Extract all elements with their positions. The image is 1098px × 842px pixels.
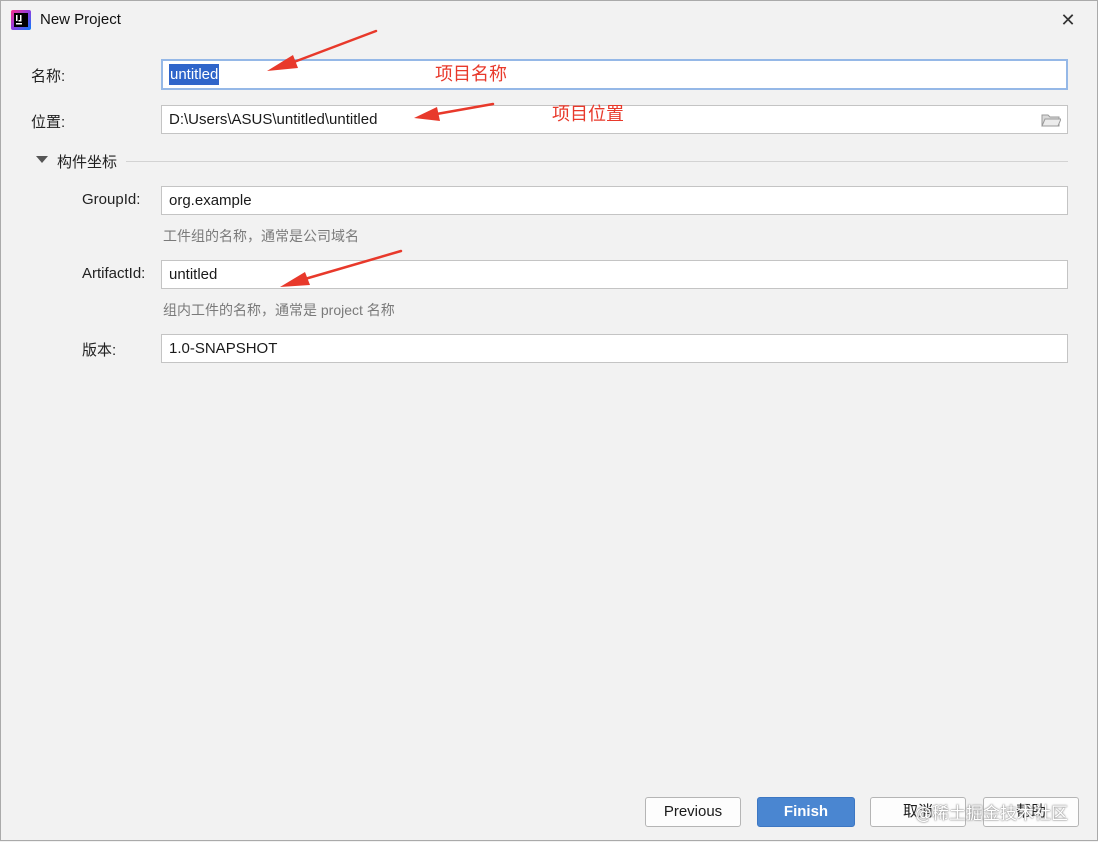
folder-browse-icon[interactable] (1041, 112, 1061, 128)
finish-button[interactable]: Finish (757, 797, 855, 827)
version-label: 版本: (82, 342, 117, 359)
artifactid-label: ArtifactId: (82, 265, 146, 282)
artifactid-field[interactable] (161, 260, 1068, 289)
groupid-hint: 工件组的名称，通常是公司域名 (163, 228, 359, 244)
section-title: 构件坐标 (57, 154, 118, 171)
close-icon: ✕ (1060, 10, 1076, 30)
close-button[interactable]: ✕ (1053, 5, 1083, 35)
section-collapse-toggle-icon[interactable] (36, 156, 48, 163)
version-input[interactable] (169, 335, 1029, 362)
previous-button-label: Previous (663, 803, 723, 820)
name-field[interactable]: untitled (161, 59, 1068, 90)
previous-button[interactable]: Previous (645, 797, 741, 827)
version-field[interactable] (161, 334, 1068, 363)
location-annotation: 项目位置 (552, 104, 624, 125)
artifactid-hint: 组内工件的名称，通常是 project 名称 (163, 302, 395, 318)
watermark: @稀土掘金技术社区 (915, 804, 1068, 824)
groupid-input[interactable] (169, 187, 1029, 214)
new-project-dialog: New Project ✕ 名称: untitled 位置: 构件坐标 Grou… (0, 0, 1098, 841)
window-title: New Project (40, 11, 121, 28)
location-label: 位置: (31, 114, 66, 131)
name-field-value[interactable]: untitled (169, 64, 220, 85)
finish-button-label: Finish (783, 803, 829, 820)
section-divider (126, 161, 1068, 162)
name-annotation: 项目名称 (435, 64, 507, 85)
title-bar: New Project ✕ (1, 1, 1097, 39)
artifactid-input[interactable] (169, 261, 1029, 288)
groupid-label: GroupId: (82, 191, 141, 208)
intellij-app-icon (11, 10, 31, 30)
name-label: 名称: (31, 68, 66, 85)
groupid-field[interactable] (161, 186, 1068, 215)
